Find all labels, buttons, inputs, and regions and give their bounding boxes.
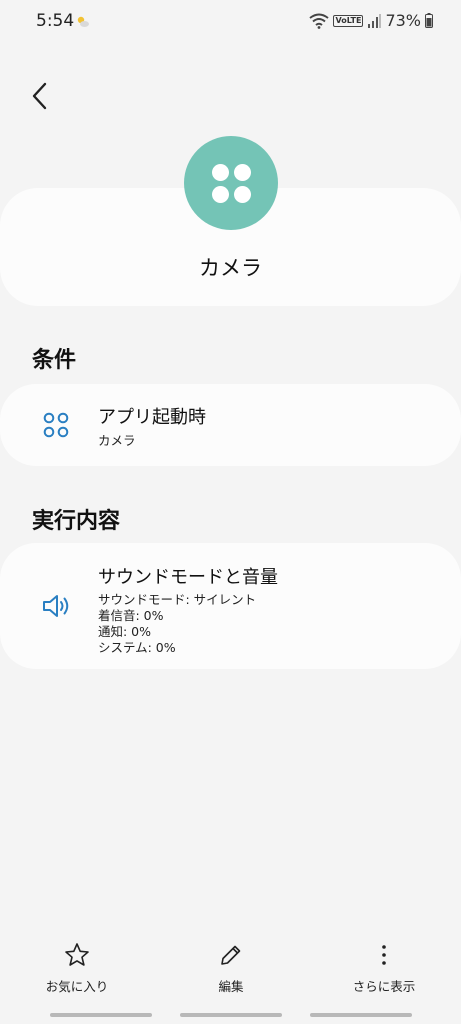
star-icon [65,943,89,966]
condition-card[interactable]: アプリ起動時 カメラ [0,384,461,466]
more-vertical-icon [382,945,386,965]
condition-title: アプリ起動時 [98,407,206,428]
nav-handle-center [180,1013,282,1017]
chevron-left-icon [32,82,47,110]
battery-percent: 73% [385,11,421,30]
favorite-label: お気に入り [45,979,109,994]
back-button[interactable] [24,78,58,114]
action-detail-system: システム: 0% [98,640,176,655]
signal-icon [367,13,382,28]
nav-handle-left [50,1013,152,1017]
nav-handle-right [310,1013,412,1017]
status-time: 5:54 [36,11,75,31]
edit-label: 編集 [218,979,244,994]
weather-sun-cloud-icon [76,14,90,28]
more-label: さらに表示 [352,979,416,994]
volume-icon [42,593,72,623]
volte-icon: VoLTE [333,14,364,27]
favorite-button[interactable]: お気に入り [17,942,137,995]
app-grid-icon [43,412,69,442]
conditions-section-title: 条件 [32,348,77,373]
app-icon [184,136,278,230]
actions-section-title: 実行内容 [32,509,121,534]
action-card[interactable]: サウンドモードと音量 サウンドモード: サイレント 着信音: 0% 通知: 0%… [0,543,461,669]
battery-icon [425,13,433,28]
pencil-icon [221,945,241,965]
condition-subtitle: カメラ [98,433,136,448]
edit-button[interactable]: 編集 [171,942,291,995]
app-name: カメラ [199,256,262,280]
more-button[interactable]: さらに表示 [324,942,444,995]
status-indicators: VoLTE 73% [309,11,433,30]
wifi-icon [309,13,330,29]
status-bar: 5:54 VoLTE 73% [0,0,461,44]
action-title: サウンドモードと音量 [98,567,278,588]
